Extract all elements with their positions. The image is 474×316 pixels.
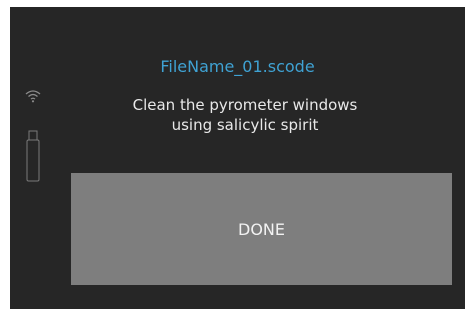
file-name: FileName_01.scode [160,57,315,76]
instruction-line-2: using salicylic spirit [171,116,319,134]
done-button-label: DONE [238,219,285,239]
wifi-icon [25,90,41,103]
instruction-message: Clean the pyrometer windows using salicy… [110,95,380,135]
printer-screen: FileName_01.scode Clean the pyrometer wi… [10,7,465,309]
instruction-line-1: Clean the pyrometer windows [132,96,358,114]
usb-icon [26,130,40,182]
done-button[interactable]: DONE [71,173,452,285]
